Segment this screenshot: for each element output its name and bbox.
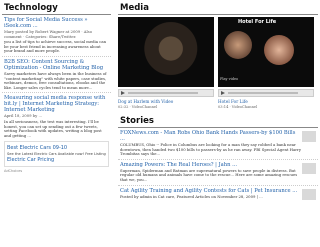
seek-bar[interactable] <box>228 92 298 94</box>
video-row: Hotel For Life Play video Dog at Harlem … <box>118 17 318 113</box>
story-title-link[interactable]: Amazing Powers: The Real Heroes? | Jahn … <box>120 162 318 168</box>
story-title-link[interactable]: FOXNews.com - Man Robs Ohio Bank Hands P… <box>120 130 318 142</box>
divider <box>2 55 111 57</box>
seek-bar[interactable] <box>128 92 198 94</box>
story: FOXNews.com - Man Robs Ohio Bank Hands P… <box>118 130 318 157</box>
ad-block: Best Electric Cars 09-10 See the Latest … <box>4 141 109 173</box>
story-thumbnail <box>302 162 316 174</box>
video-meta: 03:14 · VideoChannel <box>218 105 258 109</box>
article: B2B SEO: Content Sourcing & Optimization… <box>2 59 111 90</box>
story-snippet: Superman, Spiderman and Batman are super… <box>120 167 298 182</box>
video-controls-1 <box>118 89 214 97</box>
article: Measuring social media response with bit… <box>2 95 111 138</box>
article-snippet: In all seriousness, the test was interes… <box>4 118 102 138</box>
article-title-link[interactable]: Measuring social media response with bit… <box>4 95 111 113</box>
article-snippet: you a list of tips to achieve success, s… <box>4 39 107 54</box>
article: Tips for Social Media Success » iSeek.co… <box>2 17 111 54</box>
story: Amazing Powers: The Real Heroes? | Jahn … <box>118 162 318 183</box>
video-meta: 02:32 · VideoChannel <box>118 105 158 109</box>
story-thumbnail <box>302 188 316 200</box>
video-overlay-title: Hotel For Life <box>238 19 277 25</box>
play-icon[interactable] <box>221 91 225 95</box>
video-player-1[interactable] <box>118 17 214 87</box>
technology-column: Technology Tips for Social Media Success… <box>2 0 111 247</box>
ad-text: See the Latest Electric Cars Available n… <box>7 152 106 157</box>
story-thumbnail <box>302 131 316 142</box>
video-title[interactable]: Dog at Harlem with Video <box>118 99 212 104</box>
article-title-link[interactable]: B2B SEO: Content Sourcing & Optimization… <box>4 59 111 71</box>
adchoices-button[interactable]: AdChoices <box>4 169 109 173</box>
story-title-link[interactable]: Cat Agility Training and Agility Contest… <box>120 188 318 194</box>
ad-link[interactable]: Best Electric Cars 09-10 <box>7 145 106 151</box>
video-controls-2 <box>218 89 314 97</box>
article-meta: Mary posted by Robert Wagner at 2009 · A… <box>4 29 92 39</box>
play-icon[interactable] <box>121 91 125 95</box>
video-figure <box>224 31 252 59</box>
ad-link[interactable]: Electric Car Pricing <box>7 157 106 163</box>
article-title-link[interactable]: Tips for Social Media Success » iSeek.co… <box>4 17 111 29</box>
video-overlay-text: Play video <box>220 77 239 81</box>
story-snippet: COLUMBUS, Ohio -- Police in Columbus are… <box>120 142 301 157</box>
divider <box>118 158 318 160</box>
ad-box: Best Electric Cars 09-10 See the Latest … <box>4 141 109 168</box>
media-stories-column: Media Hotel For Life Play video Dog at H… <box>118 0 318 247</box>
divider <box>2 92 111 94</box>
video-figure <box>264 35 294 65</box>
divider <box>118 184 318 186</box>
article-snippet: Savvy marketers have always been in the … <box>4 70 107 90</box>
technology-heading: Technology <box>2 2 111 15</box>
video-title[interactable]: Hotel For Life <box>218 99 312 104</box>
story: Cat Agility Training and Agility Contest… <box>118 188 318 200</box>
media-heading: Media <box>118 2 318 15</box>
story-snippet: Posted by admin in Cat care, Featured Ar… <box>120 193 263 199</box>
stories-heading: Stories <box>118 115 318 128</box>
video-player-2[interactable]: Hotel For Life Play video <box>218 17 314 87</box>
